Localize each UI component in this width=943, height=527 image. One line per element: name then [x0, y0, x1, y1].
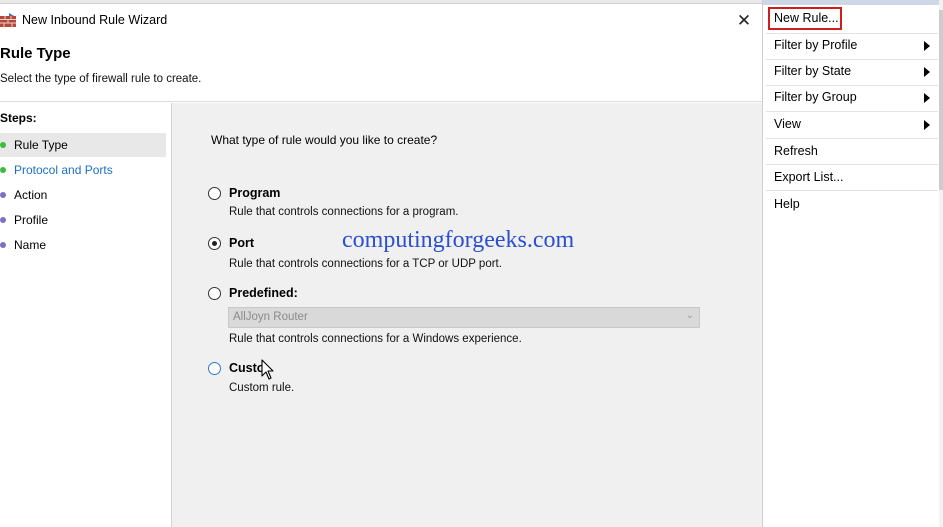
actions-scrollbar-thumb[interactable] — [939, 10, 943, 190]
step-rule-type[interactable]: Rule Type — [0, 133, 166, 157]
step-profile[interactable]: Profile — [0, 208, 166, 232]
action-divider — [766, 164, 938, 165]
step-status-dot-icon — [0, 217, 6, 223]
action-divider — [766, 138, 938, 139]
step-protocol-and-ports[interactable]: Protocol and Ports — [0, 158, 166, 182]
chevron-down-icon: ⌄ — [685, 310, 694, 321]
step-label: Rule Type — [14, 138, 68, 152]
header-divider — [0, 101, 762, 102]
action-filter-by-profile[interactable]: Filter by Profile — [774, 38, 857, 52]
page-subtitle: Select the type of firewall rule to crea… — [0, 73, 202, 85]
mouse-pointer-icon — [261, 359, 275, 381]
port-description: Rule that controls connections for a TCP… — [229, 258, 502, 270]
actions-header-bar — [763, 0, 943, 5]
action-divider — [766, 33, 938, 34]
step-status-dot-icon — [0, 167, 6, 173]
question-text: What type of rule would you like to crea… — [211, 133, 438, 147]
chevron-right-icon — [924, 93, 930, 103]
custom-radio[interactable] — [208, 362, 221, 375]
predefined-select-value: AllJoyn Router — [233, 311, 308, 323]
program-description: Rule that controls connections for a pro… — [229, 206, 459, 218]
predefined-radio[interactable] — [208, 287, 221, 300]
watermark-text: computingforgeeks.com — [342, 227, 575, 253]
predefined-description: Rule that controls connections for a Win… — [229, 333, 522, 345]
action-filter-by-group[interactable]: Filter by Group — [774, 90, 857, 104]
page-title: Rule Type — [0, 45, 71, 62]
actions-pane: New Rule... Filter by Profile Filter by … — [762, 0, 943, 527]
step-name[interactable]: Name — [0, 233, 166, 257]
steps-pane: Steps: Rule Type Protocol and Ports Acti… — [0, 103, 172, 527]
port-label[interactable]: Port — [229, 236, 254, 250]
wizard-window: New Inbound Rule Wizard ✕ Rule Type Sele… — [0, 0, 762, 527]
chevron-right-icon — [924, 67, 930, 77]
chevron-right-icon — [924, 41, 930, 51]
action-new-rule[interactable]: New Rule... — [774, 11, 839, 25]
action-help[interactable]: Help — [774, 197, 800, 211]
window-title: New Inbound Rule Wizard — [22, 13, 168, 27]
step-label: Name — [14, 238, 47, 252]
action-divider — [766, 85, 938, 86]
content-pane: What type of rule would you like to crea… — [172, 103, 762, 527]
action-view[interactable]: View — [774, 117, 801, 131]
action-divider — [766, 190, 938, 191]
steps-title: Steps: — [0, 111, 37, 125]
action-refresh[interactable]: Refresh — [774, 144, 818, 158]
step-action[interactable]: Action — [0, 183, 166, 207]
step-status-dot-icon — [0, 142, 6, 148]
step-status-dot-icon — [0, 242, 6, 248]
program-radio[interactable] — [208, 187, 221, 200]
predefined-select[interactable]: AllJoyn Router ⌄ — [228, 307, 700, 328]
step-label: Action — [14, 188, 48, 202]
firewall-brick-icon — [0, 13, 16, 27]
chevron-right-icon — [924, 120, 930, 130]
step-label: Protocol and Ports — [14, 163, 113, 177]
action-filter-by-state[interactable]: Filter by State — [774, 64, 851, 78]
step-status-dot-icon — [0, 192, 6, 198]
action-divider — [766, 59, 938, 60]
custom-description: Custom rule. — [229, 382, 295, 394]
close-icon[interactable]: ✕ — [734, 11, 754, 31]
title-bar[interactable]: New Inbound Rule Wizard ✕ — [0, 4, 762, 36]
program-label[interactable]: Program — [229, 186, 280, 200]
action-export-list[interactable]: Export List... — [774, 170, 843, 184]
action-divider — [766, 111, 938, 112]
step-label: Profile — [14, 213, 49, 227]
custom-label[interactable]: Custo — [229, 361, 264, 375]
port-radio[interactable] — [208, 237, 221, 250]
predefined-label[interactable]: Predefined: — [229, 286, 298, 300]
